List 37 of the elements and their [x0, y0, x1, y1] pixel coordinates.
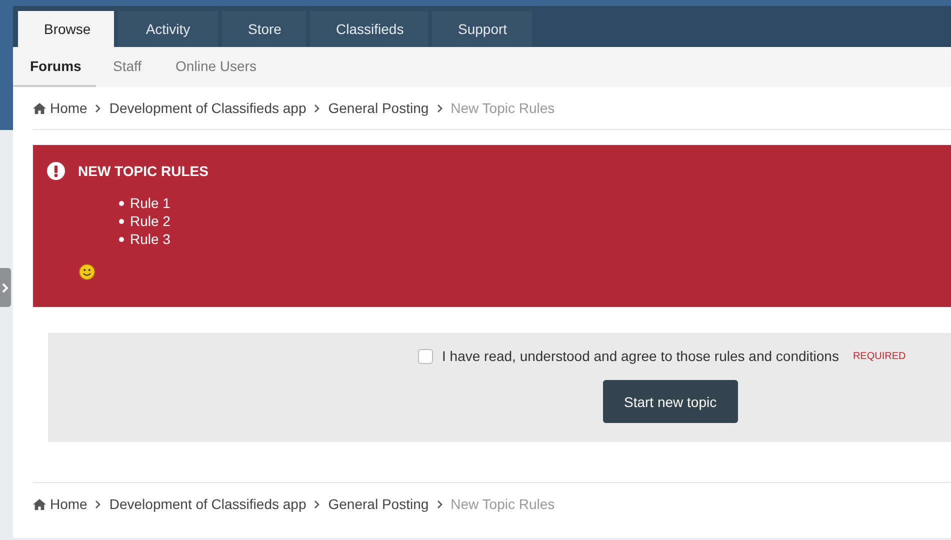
breadcrumb-link[interactable]: Development of Classifieds app [109, 496, 306, 512]
sub-tab[interactable]: Forums [13, 47, 96, 87]
chevron-right-icon [95, 104, 102, 112]
alert-title: NEW TOPIC RULES [78, 163, 208, 179]
home-icon [33, 102, 46, 114]
nav-tab[interactable]: Support [432, 11, 532, 47]
breadcrumb-link[interactable]: Home [50, 496, 88, 512]
sub-tab[interactable]: Online Users [158, 47, 274, 87]
smiley-icon [79, 264, 95, 280]
breadcrumb-link[interactable]: General Posting [328, 100, 429, 116]
nav-tab[interactable]: Classifieds [310, 11, 428, 47]
chevron-right-icon [95, 500, 102, 508]
breadcrumb-link[interactable]: General Posting [328, 496, 429, 512]
breadcrumb-link[interactable]: Development of Classifieds app [109, 100, 306, 116]
bullet-icon [119, 218, 124, 224]
nav-tab[interactable]: Store [222, 11, 306, 47]
chevron-right-icon [314, 500, 320, 508]
home-icon [33, 498, 46, 510]
chevron-right-icon [436, 500, 443, 508]
chevron-right-icon [2, 282, 10, 292]
rule-item: Rule 3 [130, 230, 170, 248]
chevron-right-icon [314, 104, 320, 112]
bullet-icon [119, 200, 124, 206]
exclamation-icon [47, 162, 65, 180]
agree-label: I have read, understood and agree to those rules and conditions [442, 348, 839, 364]
rule-item: Rule 2 [130, 212, 170, 230]
breadcrumb-link[interactable]: Home [50, 100, 88, 116]
nav-tab[interactable]: Browse [18, 11, 114, 47]
sub-tab[interactable]: Staff [96, 47, 159, 87]
bullet-icon [119, 236, 124, 242]
required-label: REQUIRED [852, 350, 906, 362]
rule-item: Rule 1 [130, 194, 170, 212]
nav-tab[interactable]: Activity [118, 11, 218, 47]
agree-checkbox[interactable] [418, 348, 433, 364]
chevron-right-icon [436, 104, 443, 112]
sidebar-toggle[interactable] [0, 268, 11, 307]
start-topic-button[interactable]: Start new topic [603, 380, 738, 423]
